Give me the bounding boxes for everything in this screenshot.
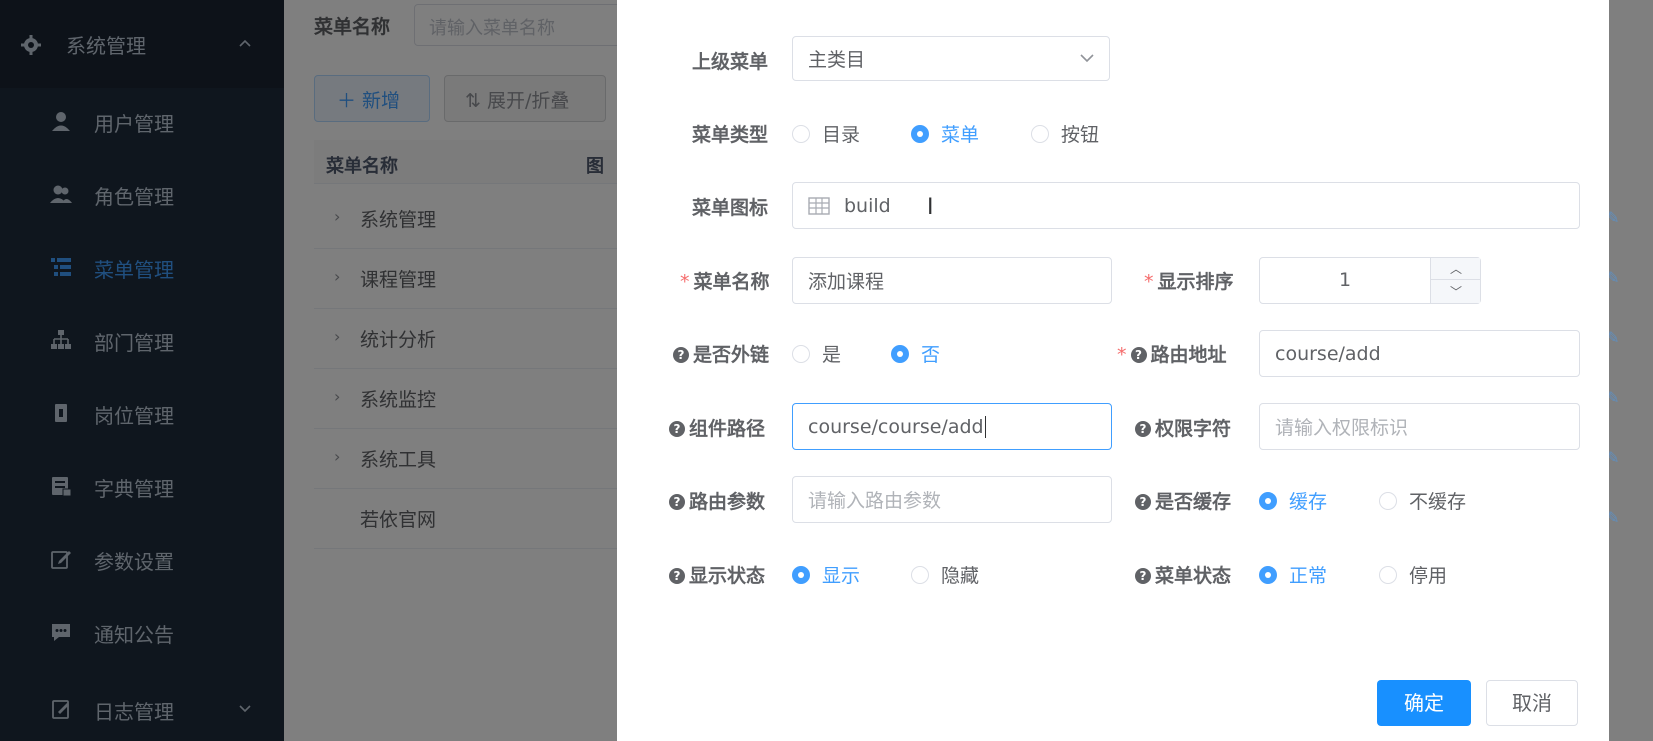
add-menu-dialog: 上级菜单 主类目 菜单类型 目录 菜单 按钮 菜单图标 build I * 菜单名… bbox=[617, 0, 1609, 741]
component-path-input[interactable]: course/course/add bbox=[792, 403, 1112, 450]
question-icon[interactable]: ? bbox=[1135, 494, 1151, 510]
visible-label: ? 显示状态 bbox=[669, 561, 765, 588]
radio-label: 正常 bbox=[1289, 565, 1328, 587]
is-frame-label: ? 是否外链 bbox=[673, 340, 769, 367]
text-cursor-icon: I bbox=[927, 195, 934, 220]
no-cache-radio[interactable]: 不缓存 bbox=[1379, 487, 1466, 514]
question-icon[interactable]: ? bbox=[1135, 568, 1151, 584]
order-value: 1 bbox=[1338, 269, 1352, 291]
radio-dot bbox=[792, 124, 810, 143]
confirm-button[interactable]: 确定 bbox=[1377, 680, 1471, 726]
query-label: ? 路由参数 bbox=[669, 487, 765, 514]
menu-name-label-text: 菜单名称 bbox=[693, 271, 770, 293]
menu-type-button-radio[interactable]: 按钮 bbox=[1031, 120, 1099, 147]
menu-type-label: 菜单类型 bbox=[692, 124, 769, 146]
radio-dot bbox=[792, 565, 810, 584]
radio-label: 菜单 bbox=[941, 124, 980, 146]
question-icon[interactable]: ? bbox=[673, 347, 689, 363]
is-cache-label: ? 是否缓存 bbox=[1135, 487, 1231, 514]
parent-menu-value: 主类目 bbox=[808, 49, 866, 71]
perms-label-text: 权限字符 bbox=[1155, 418, 1232, 440]
radio-label: 目录 bbox=[822, 124, 861, 146]
is-cache-label-text: 是否缓存 bbox=[1155, 491, 1232, 513]
is-frame-no-radio[interactable]: 否 bbox=[891, 340, 940, 367]
perms-input[interactable]: 请输入权限标识 bbox=[1259, 403, 1580, 450]
parent-menu-label: 上级菜单 bbox=[692, 51, 769, 73]
increment-icon[interactable]: ︿ bbox=[1431, 258, 1481, 280]
visible-hide-radio[interactable]: 隐藏 bbox=[911, 561, 979, 588]
menu-icon-value: build bbox=[844, 194, 891, 217]
radio-dot bbox=[911, 565, 929, 584]
stepper-controls: ︿ ﹀ bbox=[1430, 258, 1481, 303]
perms-label: ? 权限字符 bbox=[1135, 414, 1231, 441]
cache-radio[interactable]: 缓存 bbox=[1259, 487, 1327, 514]
menu-type-directory-radio[interactable]: 目录 bbox=[792, 120, 860, 147]
question-icon[interactable]: ? bbox=[669, 568, 685, 584]
query-placeholder: 请输入路由参数 bbox=[808, 490, 942, 512]
parent-menu-select[interactable]: 主类目 bbox=[792, 36, 1110, 81]
route-path-value: course/add bbox=[1275, 342, 1381, 365]
menu-type-menu-radio[interactable]: 菜单 bbox=[911, 120, 979, 147]
visible-label-text: 显示状态 bbox=[689, 565, 766, 587]
order-stepper[interactable]: 1 ︿ ﹀ bbox=[1259, 257, 1481, 304]
route-path-label: *? 路由地址 bbox=[1117, 340, 1227, 367]
status-normal-radio[interactable]: 正常 bbox=[1259, 561, 1327, 588]
question-icon[interactable]: ? bbox=[669, 494, 685, 510]
component-label: ? 组件路径 bbox=[669, 414, 765, 441]
input-caret bbox=[984, 415, 986, 438]
menu-icon-label: 菜单图标 bbox=[692, 197, 769, 219]
radio-label: 不缓存 bbox=[1409, 491, 1467, 513]
radio-label: 停用 bbox=[1409, 565, 1448, 587]
component-path-value: course/course/add bbox=[808, 415, 984, 438]
menu-name-label: * 菜单名称 bbox=[680, 267, 770, 294]
perms-placeholder: 请输入权限标识 bbox=[1275, 417, 1409, 439]
visible-show-radio[interactable]: 显示 bbox=[792, 561, 860, 588]
required-mark: * bbox=[680, 271, 690, 293]
radio-label: 否 bbox=[921, 344, 941, 366]
radio-label: 缓存 bbox=[1289, 491, 1328, 513]
cancel-button[interactable]: 取消 bbox=[1486, 680, 1578, 726]
radio-dot bbox=[1379, 491, 1397, 510]
radio-dot bbox=[911, 124, 929, 143]
menu-icon-input[interactable]: build bbox=[792, 182, 1580, 229]
menu-name-value: 添加课程 bbox=[808, 271, 885, 293]
radio-dot bbox=[891, 344, 909, 363]
radio-dot bbox=[1259, 565, 1277, 584]
radio-dot bbox=[1031, 124, 1049, 143]
menu-name-input[interactable]: 添加课程 bbox=[792, 257, 1112, 304]
question-icon[interactable]: ? bbox=[1130, 347, 1147, 363]
is-frame-label-text: 是否外链 bbox=[693, 344, 770, 366]
question-icon[interactable]: ? bbox=[669, 421, 685, 437]
radio-dot bbox=[1379, 565, 1397, 584]
query-input[interactable]: 请输入路由参数 bbox=[792, 476, 1112, 523]
radio-label: 显示 bbox=[822, 565, 861, 587]
radio-label: 按钮 bbox=[1061, 124, 1100, 146]
query-label-text: 路由参数 bbox=[689, 491, 766, 513]
table-icon bbox=[808, 196, 830, 215]
decrement-icon[interactable]: ﹀ bbox=[1431, 281, 1481, 303]
radio-dot bbox=[1259, 491, 1277, 510]
radio-dot bbox=[792, 344, 810, 363]
order-label-text: 显示排序 bbox=[1157, 271, 1234, 293]
order-label: * 显示排序 bbox=[1144, 267, 1234, 294]
route-path-label-text: 路由地址 bbox=[1150, 344, 1227, 366]
is-frame-yes-radio[interactable]: 是 bbox=[792, 340, 841, 367]
status-disabled-radio[interactable]: 停用 bbox=[1379, 561, 1447, 588]
radio-label: 隐藏 bbox=[941, 565, 980, 587]
required-mark: * bbox=[1117, 344, 1127, 366]
required-mark: * bbox=[1144, 271, 1154, 293]
route-path-input[interactable]: course/add bbox=[1259, 330, 1580, 377]
question-icon[interactable]: ? bbox=[1135, 421, 1151, 437]
status-label: ? 菜单状态 bbox=[1135, 561, 1231, 588]
status-label-text: 菜单状态 bbox=[1155, 565, 1232, 587]
component-label-text: 组件路径 bbox=[689, 418, 766, 440]
radio-label: 是 bbox=[822, 344, 842, 366]
chevron-down-icon bbox=[1080, 54, 1094, 63]
